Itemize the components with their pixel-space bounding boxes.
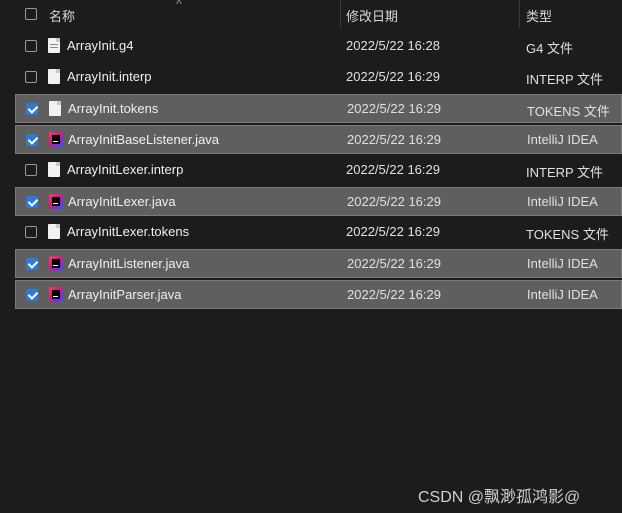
file-name[interactable]: ArrayInitLexer.tokens: [67, 224, 189, 239]
file-modified-date: 2022/5/22 16:29: [347, 287, 441, 302]
file-name[interactable]: ArrayInit.interp: [67, 69, 152, 84]
file-name[interactable]: ArrayInitListener.java: [68, 256, 189, 271]
file-name[interactable]: ArrayInit.g4: [67, 38, 133, 53]
file-row[interactable]: ArrayInitBaseListener.java 2022/5/22 16:2…: [15, 125, 622, 154]
file-row[interactable]: ArrayInitLexer.java 2022/5/22 16:29 Intell…: [15, 187, 622, 216]
file-row[interactable]: ArrayInit.interp 2022/5/22 16:29 INTERP 文件: [15, 63, 622, 92]
file-modified-date: 2022/5/22 16:29: [347, 256, 441, 271]
file-type: IntelliJ IDEA: [527, 287, 598, 302]
file-row[interactable]: ArrayInitParser.java 2022/5/22 16:29 Intel…: [15, 280, 622, 309]
column-divider[interactable]: [519, 0, 520, 28]
column-header-bar: 名称 ^ 修改日期 类型: [0, 0, 622, 28]
row-checkbox[interactable]: [26, 289, 38, 301]
sort-ascending-icon: ^: [176, 0, 182, 11]
file-name[interactable]: ArrayInitBaseListener.java: [68, 132, 219, 147]
file-modified-date: 2022/5/22 16:29: [346, 69, 440, 84]
file-type: TOKENS 文件: [527, 104, 610, 119]
file-type: G4 文件: [526, 41, 573, 56]
column-header-name[interactable]: 名称: [49, 6, 75, 25]
file-row[interactable]: ArrayInitListener.java 2022/5/22 16:29 Int…: [15, 249, 622, 278]
file-modified-date: 2022/5/22 16:29: [346, 224, 440, 239]
file-row[interactable]: ArrayInitLexer.interp 2022/5/22 16:29 INTE…: [15, 156, 622, 185]
intellij-idea-icon: [49, 287, 63, 303]
column-header-date[interactable]: 修改日期: [346, 6, 398, 25]
blank-file-icon: [48, 162, 62, 178]
column-header-type[interactable]: 类型: [526, 6, 552, 25]
file-type: INTERP 文件: [526, 72, 604, 87]
file-name[interactable]: ArrayInitLexer.interp: [67, 162, 183, 177]
blank-file-icon: [48, 224, 62, 240]
blank-file-icon: [48, 69, 62, 85]
file-row[interactable]: ArrayInitLexer.tokens 2022/5/22 16:29 TOKE…: [15, 218, 622, 247]
file-type: IntelliJ IDEA: [527, 194, 598, 209]
intellij-idea-icon: [49, 256, 63, 272]
row-checkbox[interactable]: [25, 164, 37, 176]
row-checkbox[interactable]: [25, 40, 37, 52]
file-modified-date: 2022/5/22 16:28: [346, 38, 440, 53]
row-checkbox[interactable]: [26, 134, 38, 146]
file-modified-date: 2022/5/22 16:29: [347, 101, 441, 116]
intellij-idea-icon: [49, 132, 63, 148]
file-type: TOKENS 文件: [526, 227, 609, 242]
file-name[interactable]: ArrayInit.tokens: [68, 101, 158, 116]
file-modified-date: 2022/5/22 16:29: [346, 162, 440, 177]
file-type: INTERP 文件: [526, 165, 604, 180]
row-checkbox[interactable]: [25, 226, 37, 238]
row-checkbox[interactable]: [26, 103, 38, 115]
intellij-idea-icon: [49, 194, 63, 210]
file-name[interactable]: ArrayInitLexer.java: [68, 194, 176, 209]
file-explorer-list: 名称 ^ 修改日期 类型 ArrayInit.g4 2022/5/22 16:28…: [0, 0, 622, 513]
document-icon: [48, 38, 62, 54]
file-row[interactable]: ArrayInit.tokens 2022/5/22 16:29 TOKENS 文件: [15, 94, 622, 123]
file-type: IntelliJ IDEA: [527, 256, 598, 271]
file-modified-date: 2022/5/22 16:29: [347, 194, 441, 209]
row-checkbox[interactable]: [26, 196, 38, 208]
column-divider[interactable]: [340, 0, 341, 28]
row-checkbox[interactable]: [25, 71, 37, 83]
file-modified-date: 2022/5/22 16:29: [347, 132, 441, 147]
file-type: IntelliJ IDEA: [527, 132, 598, 147]
blank-file-icon: [49, 101, 63, 117]
row-checkbox[interactable]: [26, 258, 38, 270]
watermark-text: CSDN @飘渺孤鸿影@: [418, 489, 581, 506]
file-name[interactable]: ArrayInitParser.java: [68, 287, 181, 302]
select-all-checkbox[interactable]: [25, 8, 37, 20]
file-row[interactable]: ArrayInit.g4 2022/5/22 16:28 G4 文件: [15, 32, 622, 61]
